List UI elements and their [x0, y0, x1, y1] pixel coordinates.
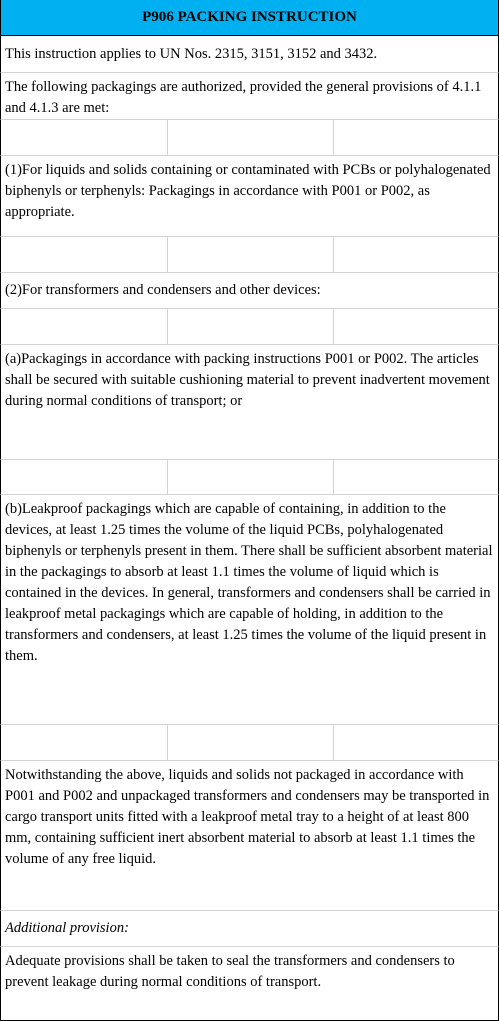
additional-provision-label: Additional provision:	[5, 920, 129, 936]
blank-row	[0, 120, 499, 156]
row-additional-label: Additional provision:	[0, 911, 499, 947]
sheet-title: P906 PACKING INSTRUCTION	[0, 0, 499, 36]
cell-divider	[167, 120, 168, 155]
blank-row	[0, 725, 499, 761]
item-1-text: (1)For liquids and solids containing or …	[5, 162, 491, 220]
row-item-2a: (a)Packagings in accordance with packing…	[0, 345, 499, 460]
blank-row	[0, 460, 499, 495]
row-authorized: The following packagings are authorized,…	[0, 73, 499, 120]
cell-divider	[333, 725, 334, 760]
cell-divider	[167, 237, 168, 272]
item-2a-text: (a)Packagings in accordance with packing…	[5, 351, 490, 409]
additional-provision-text: Adequate provisions shall be taken to se…	[5, 953, 455, 990]
cell-divider	[333, 309, 334, 344]
packing-instruction-sheet: P906 PACKING INSTRUCTION This instructio…	[0, 0, 499, 1021]
blank-row	[0, 237, 499, 273]
cell-divider	[167, 460, 168, 494]
notwithstanding-text: Notwithstanding the above, liquids and s…	[5, 767, 490, 867]
row-additional-text: Adequate provisions shall be taken to se…	[0, 947, 499, 1021]
cell-divider	[333, 460, 334, 494]
row-item-2: (2)For transformers and condensers and o…	[0, 273, 499, 309]
row-item-1: (1)For liquids and solids containing or …	[0, 156, 499, 237]
cell-divider	[167, 725, 168, 760]
cell-divider	[333, 237, 334, 272]
item-2b-text: (b)Leakproof packagings which are capabl…	[5, 501, 493, 664]
blank-row	[0, 309, 499, 345]
cell-divider	[333, 120, 334, 155]
row-applies: This instruction applies to UN Nos. 2315…	[0, 36, 499, 73]
cell-divider	[167, 309, 168, 344]
row-item-2b: (b)Leakproof packagings which are capabl…	[0, 495, 499, 725]
applies-text: This instruction applies to UN Nos. 2315…	[5, 45, 378, 62]
item-2-text: (2)For transformers and condensers and o…	[5, 282, 321, 298]
authorized-text: The following packagings are authorized,…	[5, 79, 482, 116]
row-notwithstanding: Notwithstanding the above, liquids and s…	[0, 761, 499, 911]
